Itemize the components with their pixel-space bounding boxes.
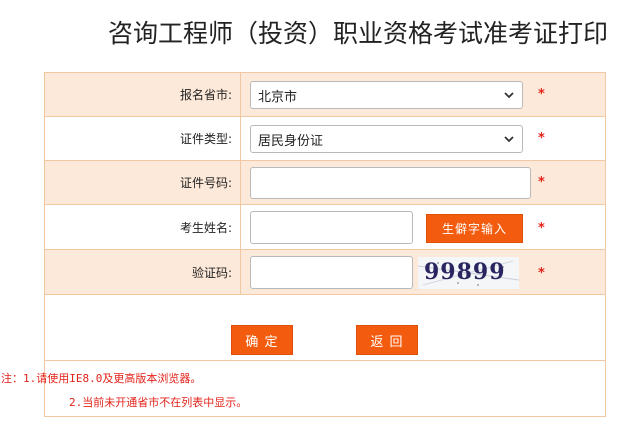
note-line-2: 2.当前未开通省市不在列表中显示。 [69, 396, 248, 409]
chevron-down-icon [504, 136, 514, 143]
required-mark: * [538, 221, 545, 236]
form-row-id-type: 证件类型: 居民身份证 * [45, 117, 605, 161]
id-type-select-value: 居民身份证 [258, 133, 324, 149]
id-number-input[interactable] [250, 167, 531, 199]
province-select-value: 北京市 [258, 89, 298, 105]
name-label: 考生姓名: [45, 205, 241, 249]
required-mark: * [538, 175, 545, 190]
form-actions-row: 确 定 返 回 [45, 295, 605, 361]
back-button[interactable]: 返 回 [356, 325, 418, 355]
rare-character-input-button[interactable]: 生僻字输入 [426, 214, 523, 243]
required-mark: * [538, 131, 545, 146]
required-mark: * [538, 266, 545, 281]
captcha-input[interactable] [250, 256, 413, 289]
id-number-label: 证件号码: [45, 161, 241, 204]
captcha-text: 99899 [424, 259, 506, 285]
province-label: 报名省市: [45, 73, 241, 116]
required-mark: * [538, 87, 545, 102]
form-row-captcha: 验证码: 99899 * [45, 250, 605, 295]
form-row-province: 报名省市: 北京市 * [45, 73, 605, 117]
note-line-1: 注：1.请使用IE8.0及更高版本浏览器。 [1, 372, 202, 385]
chevron-down-icon [504, 92, 514, 99]
province-select[interactable]: 北京市 [250, 81, 523, 109]
name-input[interactable] [250, 211, 413, 244]
admission-ticket-form: 报名省市: 北京市 * 证件类型: 居民身份证 * 证件号码: * 考生姓名: … [1, 72, 606, 417]
form-row-name: 考生姓名: 生僻字输入 * [45, 205, 605, 250]
form-row-id-number: 证件号码: * [45, 161, 605, 205]
captcha-image[interactable]: 99899 [418, 257, 519, 289]
confirm-button[interactable]: 确 定 [231, 325, 293, 355]
id-type-select[interactable]: 居民身份证 [250, 125, 523, 153]
id-type-label: 证件类型: [45, 117, 241, 160]
captcha-label: 验证码: [45, 250, 241, 294]
page-title: 咨询工程师（投资）职业资格考试准考证打印 [108, 19, 609, 48]
